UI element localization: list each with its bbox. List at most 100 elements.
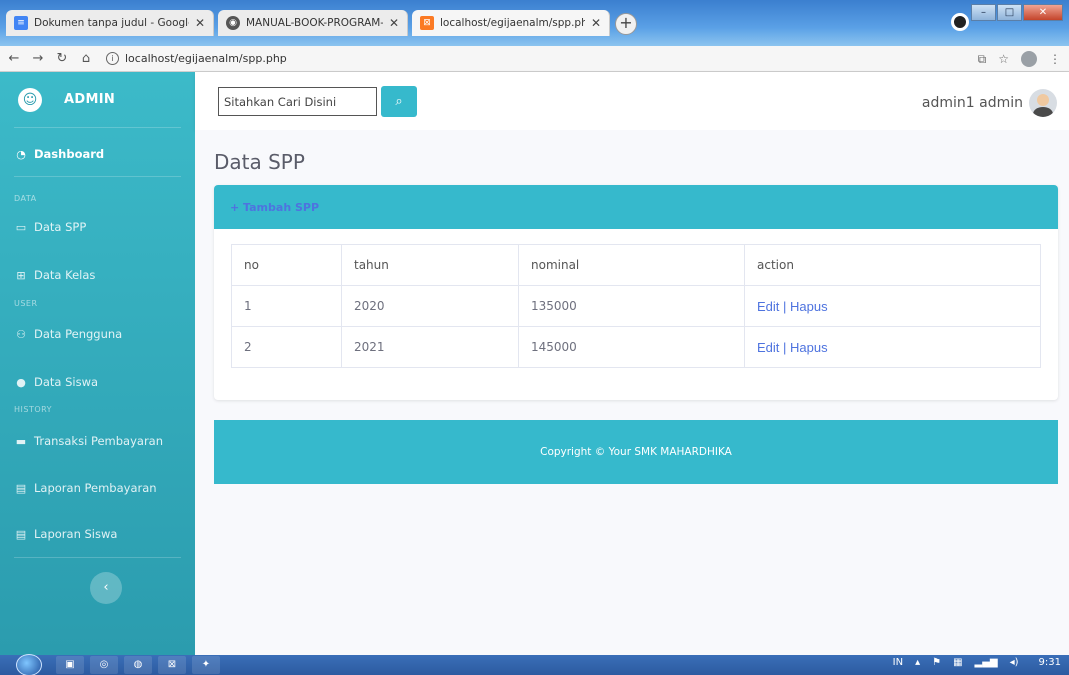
start-button[interactable] [16, 654, 42, 675]
sidebar-item-dashboard[interactable]: ◔ Dashboard [0, 147, 195, 161]
cell-no: 2 [231, 326, 342, 368]
url-field[interactable]: i localhost/egijaenalm/spp.php [106, 52, 287, 65]
chrome-icon[interactable]: ◎ [90, 656, 118, 674]
back-icon[interactable]: ← [4, 51, 24, 66]
info-icon[interactable]: i [106, 52, 119, 65]
close-window-button[interactable]: ✕ [1023, 4, 1063, 21]
edit-link[interactable]: Edit [757, 340, 779, 355]
app-taskbar-icon[interactable]: ✦ [192, 656, 220, 674]
file-icon: ▤ [15, 527, 27, 541]
sidebar-item-label: Laporan Siswa [34, 527, 118, 541]
table-header-row: no tahun nominal action [231, 244, 1041, 286]
browser-tab-docs[interactable]: ≡ Dokumen tanpa judul - Google D ✕ [6, 10, 214, 36]
clock[interactable]: 9:31 [1039, 657, 1061, 668]
avatar [1029, 89, 1057, 117]
xampp-icon: ⊠ [420, 16, 434, 30]
bookmark-star-icon[interactable]: ☆ [998, 52, 1009, 66]
sidebar-heading-data: DATA [14, 194, 37, 203]
sidebar-item-transaksi[interactable]: ▬ Transaksi Pembayaran [0, 434, 195, 448]
sidebar-divider [14, 176, 181, 177]
close-icon[interactable]: ✕ [591, 16, 601, 30]
sidebar-item-laporan-siswa[interactable]: ▤ Laporan Siswa [0, 527, 195, 541]
sidebar-item-data-siswa[interactable]: ● Data Siswa [0, 375, 195, 389]
xampp-taskbar-icon[interactable]: ⊠ [158, 656, 186, 674]
card-header: + Tambah SPP [214, 185, 1058, 229]
column-header-no: no [231, 244, 342, 286]
sidebar-item-label: Data SPP [34, 220, 87, 234]
sidebar-item-laporan-pembayaran[interactable]: ▤ Laporan Pembayaran [0, 481, 195, 495]
browser-tab-spp[interactable]: ⊠ localhost/egijaenalm/spp.php ✕ [412, 10, 610, 36]
maximize-button[interactable]: □ [997, 4, 1022, 21]
add-spp-button[interactable]: + Tambah SPP [230, 201, 319, 214]
topbar: ⌕ admin1 admin [195, 72, 1069, 130]
forward-icon[interactable]: → [28, 51, 48, 66]
language-indicator[interactable]: IN [893, 657, 903, 668]
cell-action: Edit | Hapus [744, 326, 1041, 368]
action-separator: | [779, 298, 791, 314]
minimize-button[interactable]: – [971, 4, 996, 21]
account-avatar[interactable] [1021, 51, 1037, 67]
new-tab-button[interactable]: + [615, 13, 637, 35]
network-icon[interactable]: ▦ [953, 657, 962, 668]
table-icon: ⊞ [16, 268, 26, 282]
system-tray: IN ▴ ⚑ ▦ ▂▄▆ ◂) 9:31 [893, 657, 1061, 668]
column-header-tahun: tahun [341, 244, 519, 286]
translate-icon[interactable]: ⧉ [978, 52, 987, 67]
sidebar-brand[interactable]: ☺ ADMIN [14, 72, 181, 128]
sidebar-item-label: Data Kelas [34, 268, 96, 282]
table-row: 1 2020 135000 Edit | Hapus [231, 285, 1041, 327]
sidebar-divider [14, 557, 181, 558]
spp-card: + Tambah SPP no tahun nominal action 1 2… [214, 185, 1058, 400]
sidebar-item-data-pengguna[interactable]: ⚇ Data Pengguna [0, 327, 195, 341]
sidebar-item-label: Laporan Pembayaran [34, 481, 157, 495]
tab-title: localhost/egijaenalm/spp.php [440, 17, 585, 29]
globe-icon: ◉ [226, 16, 240, 30]
file-icon: ▤ [15, 481, 27, 495]
column-header-nominal: nominal [518, 244, 745, 286]
sidebar-heading-history: HISTORY [14, 405, 53, 414]
home-icon[interactable]: ⌂ [76, 51, 96, 66]
page-title: Data SPP [214, 150, 305, 174]
tab-title: Dokumen tanpa judul - Google D [34, 17, 189, 29]
user-dropdown[interactable]: admin1 admin [922, 89, 1057, 117]
sidebar-toggle-button[interactable]: ‹ [90, 572, 122, 604]
search-button[interactable]: ⌕ [381, 86, 417, 117]
tray-expand-icon[interactable]: ▴ [915, 657, 920, 668]
laugh-wink-icon: ☺ [18, 87, 42, 112]
brand-title: ADMIN [64, 92, 116, 107]
sidebar-heading-user: USER [14, 299, 38, 308]
firefox-icon[interactable]: ◍ [124, 656, 152, 674]
page-footer: Copyright © Your SMK MAHARDHIKA [214, 420, 1058, 484]
cell-nominal: 145000 [518, 326, 745, 368]
url-text: localhost/egijaenalm/spp.php [125, 52, 287, 65]
browser-tab-manual[interactable]: ◉ MANUAL-BOOK-PROGRAM-APL ✕ [218, 10, 408, 36]
user-icon: ● [16, 375, 26, 389]
signal-icon[interactable]: ▂▄▆ [975, 657, 998, 668]
menu-kebab-icon[interactable]: ⋮ [1049, 52, 1061, 66]
file-explorer-icon[interactable]: ▣ [56, 656, 84, 674]
money-bill-icon: ▭ [15, 220, 27, 234]
cell-tahun: 2020 [341, 285, 519, 327]
profile-icon[interactable] [951, 13, 969, 31]
sidebar-item-label: Data Pengguna [34, 327, 123, 341]
user-name: admin1 admin [921, 95, 1023, 111]
sidebar-item-data-kelas[interactable]: ⊞ Data Kelas [0, 268, 195, 282]
action-separator: | [779, 339, 791, 355]
address-bar: ← → ↻ ⌂ i localhost/egijaenalm/spp.php ⧉… [0, 46, 1069, 72]
cell-action: Edit | Hapus [744, 285, 1041, 327]
volume-icon[interactable]: ◂) [1010, 657, 1019, 668]
reload-icon[interactable]: ↻ [52, 51, 72, 66]
os-taskbar: ▣ ◎ ◍ ⊠ ✦ IN ▴ ⚑ ▦ ▂▄▆ ◂) 9:31 [0, 654, 1069, 675]
cell-tahun: 2021 [341, 326, 519, 368]
search-input[interactable] [218, 87, 377, 116]
flag-icon[interactable]: ⚑ [932, 657, 941, 668]
close-icon[interactable]: ✕ [195, 16, 205, 30]
close-icon[interactable]: ✕ [389, 16, 399, 30]
delete-link[interactable]: Hapus [790, 340, 828, 355]
window-controls: – □ ✕ [971, 4, 1063, 21]
main-content: Data SPP + Tambah SPP no tahun nominal a… [195, 130, 1069, 655]
delete-link[interactable]: Hapus [790, 299, 828, 314]
sidebar-item-data-spp[interactable]: ▭ Data SPP [0, 220, 195, 234]
column-header-action: action [744, 244, 1041, 286]
edit-link[interactable]: Edit [757, 299, 779, 314]
